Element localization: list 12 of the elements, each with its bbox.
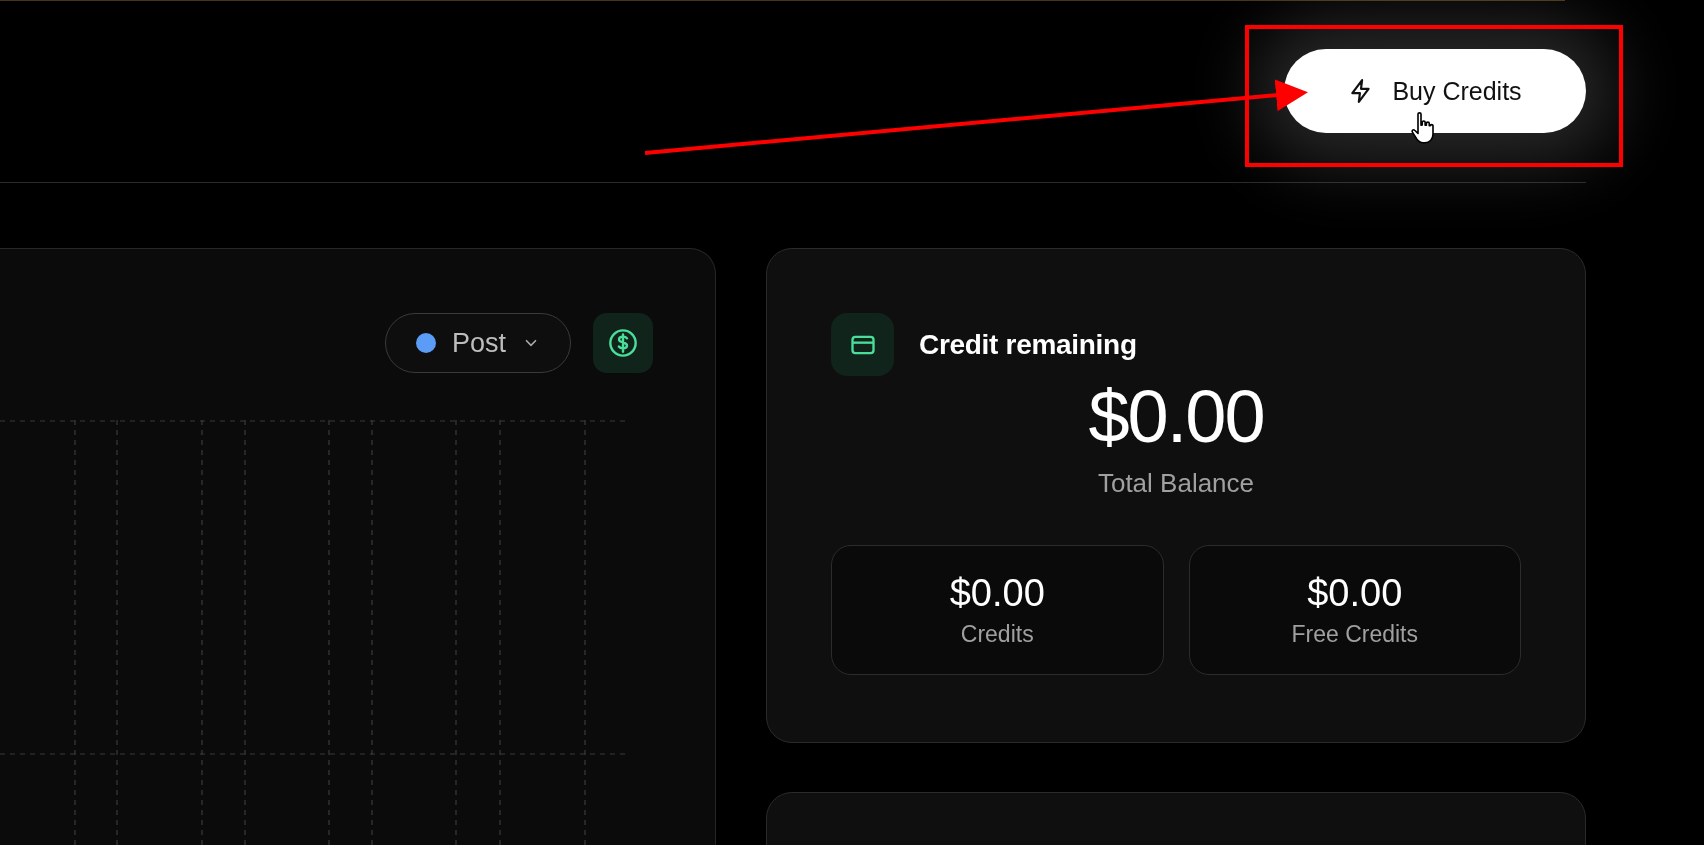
filter-dropdown[interactable]: Post [385,313,571,373]
total-balance-label: Total Balance [1097,468,1255,499]
balance-label: Free Credits [1291,621,1418,648]
card-icon [831,313,894,376]
balance-label: Credits [960,621,1034,648]
total-balance-value: $0.00 [1088,380,1264,454]
balance-value: $0.00 [949,572,1045,615]
dollar-button[interactable] [593,313,653,373]
dollar-icon [607,327,639,359]
card-title: Credit remaining [919,328,1137,361]
buy-credits-button[interactable]: Buy Credits [1284,49,1586,133]
balance-value: $0.00 [1307,572,1403,615]
